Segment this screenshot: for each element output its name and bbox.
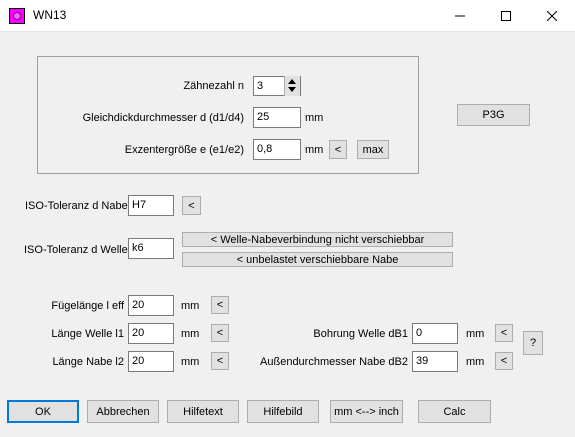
bohrung-unit: mm xyxy=(466,328,485,340)
exzenter-unit: mm xyxy=(305,144,324,156)
iso-welle-input[interactable]: k6 xyxy=(128,238,174,259)
verschiebbare-nabe-button[interactable]: < unbelastet verschiebbare Nabe xyxy=(182,252,453,267)
calc-button[interactable]: Calc xyxy=(418,400,491,423)
spin-up-icon[interactable] xyxy=(288,79,296,84)
aussen-unit: mm xyxy=(466,356,485,368)
exzenter-less-button[interactable]: < xyxy=(329,140,347,159)
window-title: WN13 xyxy=(33,8,67,22)
maximize-icon xyxy=(501,10,511,21)
aussen-less-button[interactable]: < xyxy=(495,352,513,370)
laenge-welle-label: Länge Welle l1 xyxy=(51,328,124,340)
minimize-button[interactable] xyxy=(437,0,483,31)
iso-nabe-label: ISO-Toleranz d Nabe xyxy=(25,200,128,212)
laenge-welle-unit: mm xyxy=(181,328,200,340)
abbrechen-button[interactable]: Abbrechen xyxy=(87,400,159,423)
fuegelaenge-less-button[interactable]: < xyxy=(211,296,229,314)
p3g-button[interactable]: P3G xyxy=(457,104,530,126)
hilfetext-button[interactable]: Hilfetext xyxy=(167,400,239,423)
help-question-button[interactable]: ? xyxy=(523,331,543,355)
maximize-button[interactable] xyxy=(483,0,529,31)
laenge-nabe-less-button[interactable]: < xyxy=(211,352,229,370)
fuegelaenge-unit: mm xyxy=(181,300,200,312)
zaehnezahl-label: Zähnezahl n xyxy=(183,80,244,92)
exzenter-max-button[interactable]: max xyxy=(357,140,389,159)
gleichdick-unit: mm xyxy=(305,112,324,124)
laenge-welle-less-button[interactable]: < xyxy=(211,324,229,342)
fuegelaenge-label: Fügelänge l eff xyxy=(51,300,124,312)
nicht-verschiebbar-button[interactable]: < Welle-Nabeverbindung nicht verschiebba… xyxy=(182,232,453,247)
gleichdick-label: Gleichdickdurchmesser d (d1/d4) xyxy=(82,112,244,124)
gleichdick-input[interactable]: 25 xyxy=(253,107,301,128)
aussen-label: Außendurchmesser Nabe dB2 xyxy=(260,356,408,368)
app-icon xyxy=(9,8,25,24)
bohrung-input[interactable]: 0 xyxy=(412,323,458,344)
bohrung-less-button[interactable]: < xyxy=(495,324,513,342)
hilfebild-button[interactable]: Hilfebild xyxy=(247,400,319,423)
exzenter-input[interactable]: 0,8 xyxy=(253,139,301,160)
iso-welle-label: ISO-Toleranz d Welle xyxy=(24,244,128,256)
laenge-nabe-unit: mm xyxy=(181,356,200,368)
zaehnezahl-value: 3 xyxy=(257,80,264,92)
fuegelaenge-input[interactable]: 20 xyxy=(128,295,174,316)
close-icon xyxy=(547,10,557,21)
zaehnezahl-spin-buttons[interactable] xyxy=(284,76,300,96)
aussen-input[interactable]: 39 xyxy=(412,351,458,372)
exzenter-label: Exzentergröße e (e1/e2) xyxy=(124,144,244,156)
close-button[interactable] xyxy=(529,0,575,31)
laenge-welle-input[interactable]: 20 xyxy=(128,323,174,344)
bohrung-label: Bohrung Welle dB1 xyxy=(313,328,408,340)
iso-nabe-input[interactable]: H7 xyxy=(128,195,174,216)
minimize-icon xyxy=(455,15,465,16)
laenge-nabe-input[interactable]: 20 xyxy=(128,351,174,372)
mm-inch-button[interactable]: mm <--> inch xyxy=(330,400,403,423)
ok-button[interactable]: OK xyxy=(7,400,79,423)
iso-nabe-less-button[interactable]: < xyxy=(182,196,201,215)
spin-down-icon[interactable] xyxy=(288,87,296,92)
laenge-nabe-label: Länge Nabe l2 xyxy=(52,356,124,368)
